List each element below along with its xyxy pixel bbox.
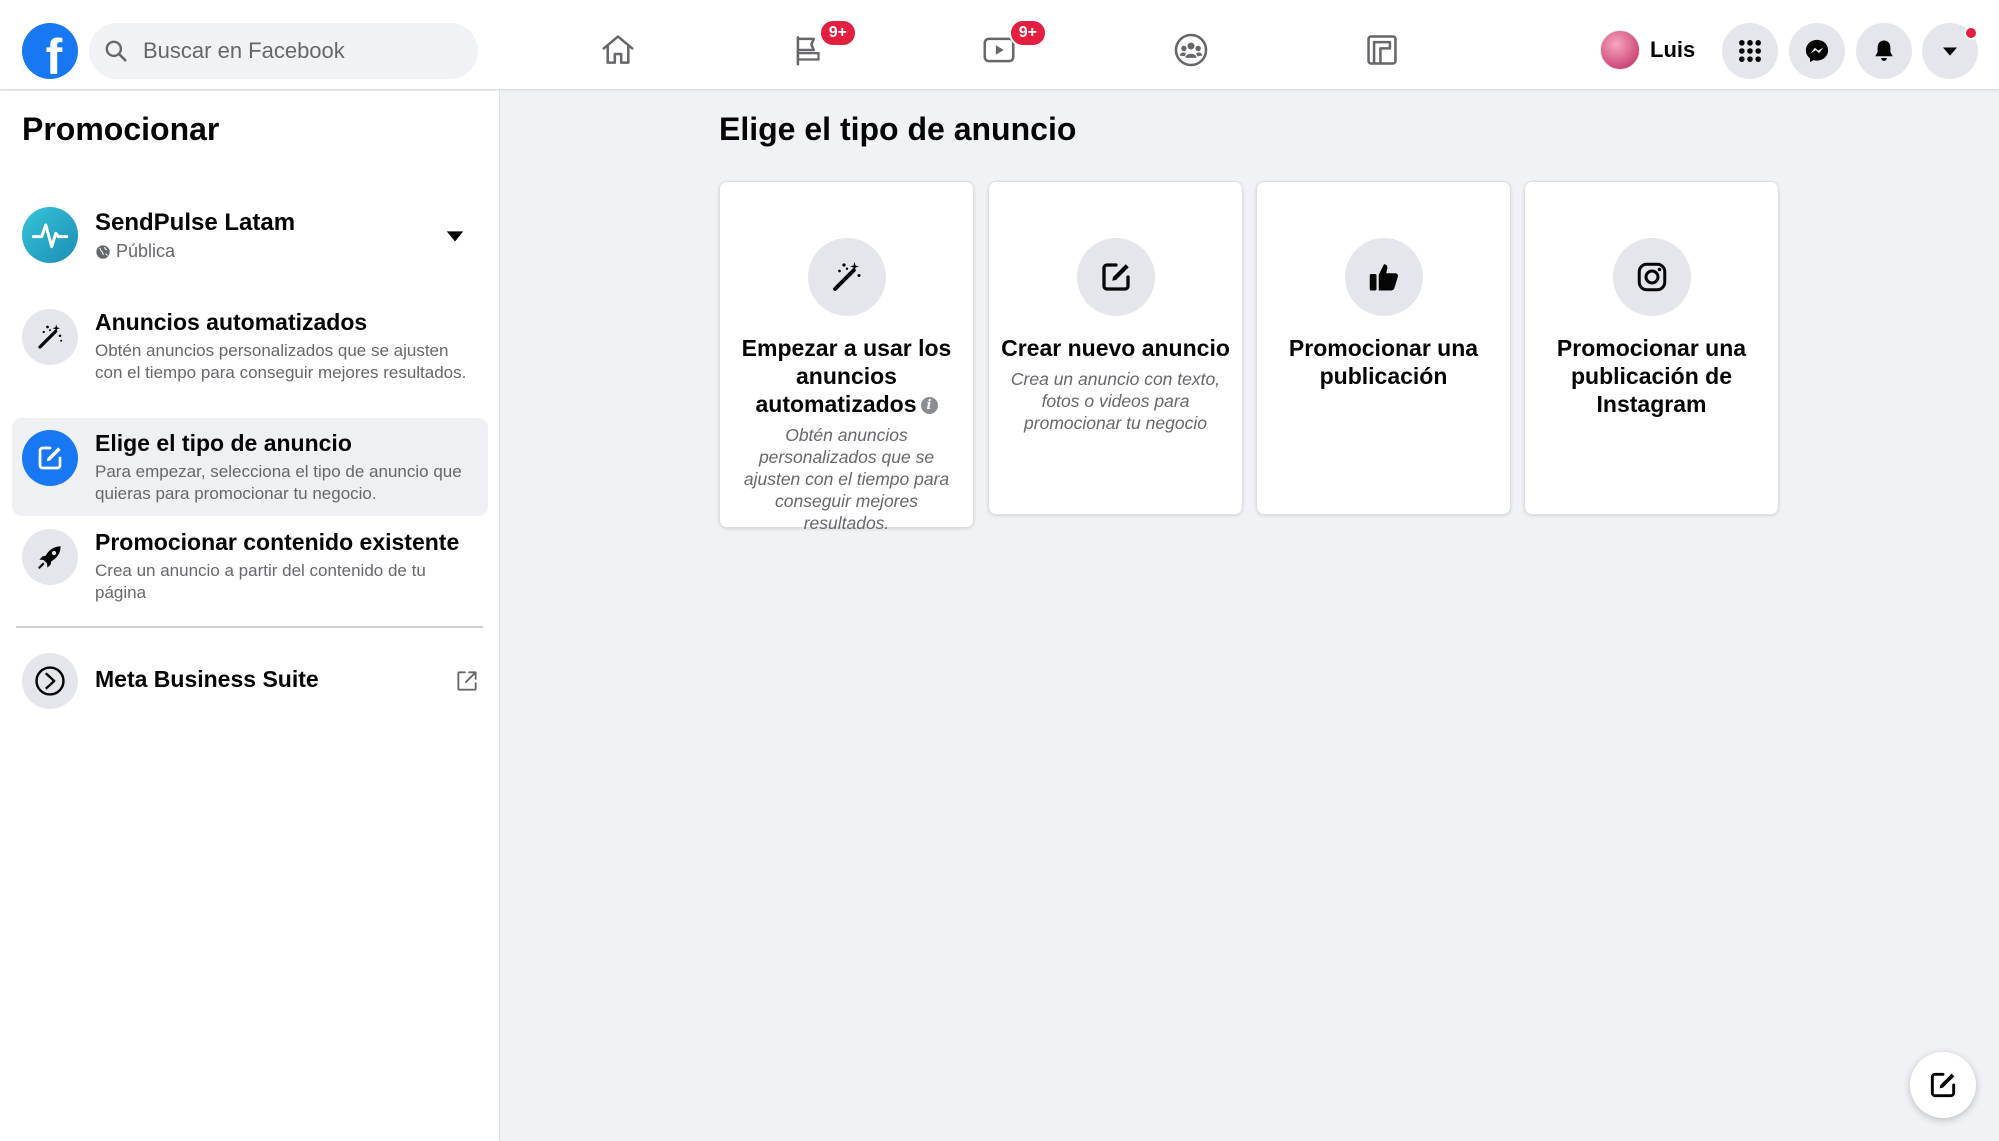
business-suite-icon <box>35 666 65 696</box>
side-icon <box>22 309 78 365</box>
magic-wand-icon <box>38 324 63 349</box>
card-description: Obtén anuncios personalizados que se aju… <box>743 425 950 533</box>
sidebar: Promocionar SendPulse Latam Pública Anun… <box>0 91 500 1141</box>
sidebar-item-promote-existing[interactable]: Promocionar contenido existente Crea un … <box>12 517 488 615</box>
grid-menu-icon <box>1739 40 1761 62</box>
sidebar-item-label: Promocionar contenido existente <box>95 529 460 555</box>
compose-icon <box>1930 1072 1956 1098</box>
nav-home[interactable] <box>588 20 648 80</box>
info-icon[interactable]: i <box>920 397 938 415</box>
nav-watch[interactable]: 9+ <box>969 19 1047 80</box>
search-input[interactable]: Buscar en Facebook <box>89 23 478 79</box>
card-promote-post[interactable]: Promocionar una publicación <box>1256 181 1511 515</box>
notification-badge: 9+ <box>818 19 857 47</box>
nav-gaming[interactable] <box>1352 20 1412 80</box>
notifications-button[interactable] <box>1856 23 1912 79</box>
side-icon <box>22 430 78 486</box>
thumbs-up-icon <box>1369 264 1398 291</box>
account-menu-button[interactable] <box>1922 23 1978 79</box>
magic-wand-icon <box>832 262 860 291</box>
side-icon <box>22 529 78 585</box>
groups-icon <box>1174 33 1208 67</box>
globe-icon <box>96 244 110 259</box>
sidebar-item-label: Meta Business Suite <box>95 666 319 692</box>
sidebar-item-meta-business-suite[interactable]: Meta Business Suite <box>12 646 488 716</box>
notification-badge: 9+ <box>1008 19 1047 47</box>
card-title: Promocionar una publicación <box>1288 335 1479 389</box>
edit-square-icon <box>38 446 62 470</box>
sidebar-item-description: Para empezar, selecciona el tipo de anun… <box>95 462 462 503</box>
card-icon <box>1076 238 1155 316</box>
messenger-icon <box>1805 39 1829 63</box>
sidebar-item-description: Obtén anuncios personalizados que se aju… <box>95 341 467 382</box>
card-title: Promocionar una publicación de Instagram <box>1556 335 1747 417</box>
sidebar-item-automated-ads[interactable]: Anuncios automatizados Obtén anuncios pe… <box>12 297 488 407</box>
new-message-button[interactable] <box>1910 1052 1976 1118</box>
profile-name: Luis <box>1650 37 1696 62</box>
card-promote-instagram-post[interactable]: Promocionar una publicación de Instagram <box>1524 181 1779 515</box>
caret-down-icon <box>1943 47 1957 56</box>
card-icon <box>1344 238 1423 316</box>
card-title: Crear nuevo anuncio <box>1001 335 1230 361</box>
pulse-logo-icon <box>31 223 69 249</box>
facebook-logo[interactable]: f <box>22 23 78 79</box>
divider <box>16 626 483 628</box>
page-selector[interactable]: SendPulse Latam Pública <box>22 207 478 267</box>
page-name: SendPulse Latam <box>95 209 296 236</box>
sidebar-item-choose-ad-type[interactable]: Elige el tipo de anuncio Para empezar, s… <box>12 418 488 516</box>
page-visibility-label: Pública <box>116 241 176 261</box>
sidebar-item-label: Anuncios automatizados <box>95 309 368 335</box>
avatar <box>1600 30 1640 70</box>
bell-icon <box>1875 40 1893 61</box>
page-title: Elige el tipo de anuncio <box>719 111 1077 147</box>
side-icon <box>22 653 78 709</box>
rocket-icon <box>38 546 61 569</box>
card-automated-ads[interactable]: Empezar a usar los anuncios automatizado… <box>719 181 974 533</box>
sidebar-title: Promocionar <box>22 111 220 147</box>
external-link-icon <box>457 671 477 691</box>
card-icon <box>1612 238 1691 316</box>
card-description: Crea un anuncio con texto, fotos o video… <box>1010 369 1221 433</box>
messenger-button[interactable] <box>1789 23 1845 79</box>
card-icon <box>807 238 886 316</box>
page-avatar <box>22 207 78 263</box>
edit-square-icon <box>1101 263 1130 291</box>
caret-down-icon[interactable] <box>444 225 466 247</box>
instagram-icon <box>1637 262 1666 292</box>
sidebar-item-description: Crea un anuncio a partir del contenido d… <box>95 561 426 602</box>
profile-button[interactable]: Luis <box>1600 28 1695 72</box>
search-placeholder: Buscar en Facebook <box>143 38 345 63</box>
menu-button[interactable] <box>1722 23 1778 79</box>
card-create-new-ad[interactable]: Crear nuevo anuncio Crea un anuncio con … <box>988 181 1243 515</box>
alert-dot <box>1964 26 1978 40</box>
home-icon <box>602 35 634 64</box>
nav-pages[interactable]: 9+ <box>779 19 857 80</box>
top-navigation-bar: f Buscar en Facebook 9+ 9+ Luis <box>0 0 1999 90</box>
page-visibility: Pública <box>95 241 175 262</box>
gaming-icon <box>1367 35 1397 65</box>
sidebar-item-label: Elige el tipo de anuncio <box>95 430 352 456</box>
search-icon <box>105 40 127 62</box>
nav-groups[interactable] <box>1161 20 1221 80</box>
card-title: Empezar a usar los anuncios automatizado… <box>741 335 952 417</box>
